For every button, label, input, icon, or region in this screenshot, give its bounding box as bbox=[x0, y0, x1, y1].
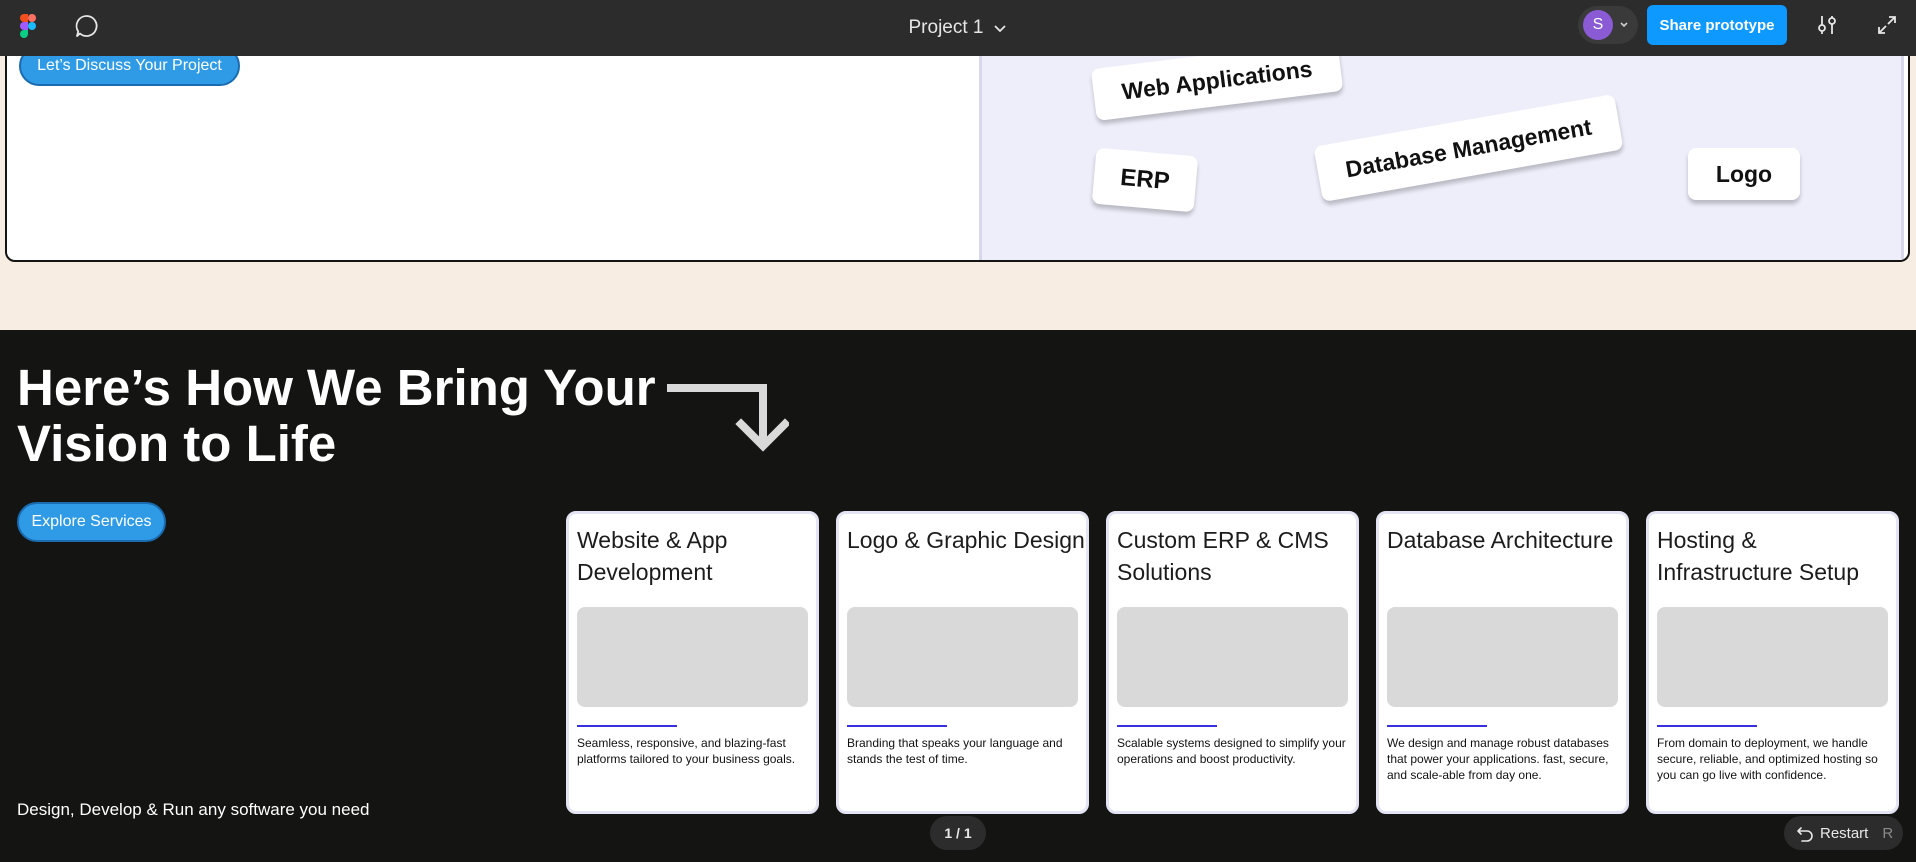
service-card-database[interactable]: Database Architecture We design and mana… bbox=[1376, 511, 1629, 814]
service-divider bbox=[1117, 725, 1217, 727]
service-image-placeholder bbox=[847, 607, 1078, 707]
service-title: Logo & Graphic Design bbox=[847, 527, 1085, 553]
restart-shortcut: R bbox=[1882, 824, 1894, 842]
service-title: Website & App Development bbox=[577, 527, 728, 585]
explore-services-button[interactable]: Explore Services bbox=[17, 502, 166, 542]
service-title: Hosting & Infrastructure Setup bbox=[1657, 527, 1859, 585]
expand-icon[interactable] bbox=[1876, 14, 1898, 36]
tagline: Design, Develop & Run any software you n… bbox=[17, 800, 370, 819]
service-image-placeholder bbox=[1657, 607, 1888, 707]
heading-line-1: Here’s How We Bring Your bbox=[17, 359, 656, 416]
project-title[interactable]: Project 1 bbox=[909, 17, 984, 39]
chevron-down-icon[interactable] bbox=[993, 24, 1007, 34]
service-title: Custom ERP & CMS Solutions bbox=[1117, 527, 1329, 585]
avatar-chevron-down-icon bbox=[1620, 22, 1628, 28]
prototype-viewer: Let’s Discuss Your Project Web Applicati… bbox=[0, 0, 1916, 862]
hero-card: Let’s Discuss Your Project bbox=[5, 44, 1910, 262]
service-divider bbox=[847, 725, 947, 727]
service-image-placeholder bbox=[1387, 607, 1618, 707]
services-heading: Here’s How We Bring Your Vision to Life bbox=[17, 360, 657, 472]
restart-label: Restart bbox=[1820, 824, 1869, 842]
top-toolbar: Project 1 S Share prototype bbox=[0, 0, 1916, 56]
service-card-website[interactable]: Website & App Development Seamless, resp… bbox=[566, 511, 819, 814]
hero-section: Let’s Discuss Your Project Web Applicati… bbox=[0, 39, 1916, 330]
service-divider bbox=[1657, 725, 1757, 727]
tag-erp: ERP bbox=[1091, 147, 1199, 213]
heading-line-2: Vision to Life bbox=[17, 415, 337, 472]
service-card-logo-design[interactable]: Logo & Graphic Design Branding that spea… bbox=[836, 511, 1089, 814]
restart-icon bbox=[1797, 827, 1813, 842]
service-description: Scalable systems designed to simplify yo… bbox=[1117, 736, 1346, 766]
user-menu[interactable]: S bbox=[1578, 6, 1638, 44]
service-description: Seamless, responsive, and blazing-fast p… bbox=[577, 736, 796, 766]
page-indicator: 1 / 1 bbox=[930, 816, 986, 850]
service-title: Database Architecture bbox=[1387, 527, 1614, 553]
share-prototype-button[interactable]: Share prototype bbox=[1647, 5, 1787, 45]
restart-button[interactable]: Restart R bbox=[1784, 816, 1903, 850]
service-description: Branding that speaks your language and s… bbox=[847, 736, 1063, 766]
service-divider bbox=[577, 725, 677, 727]
service-divider bbox=[1387, 725, 1487, 727]
tag-logo: Logo bbox=[1688, 148, 1800, 200]
settings-sliders-icon[interactable] bbox=[1815, 13, 1839, 37]
service-card-hosting[interactable]: Hosting & Infrastructure Setup From doma… bbox=[1646, 511, 1899, 814]
service-image-placeholder bbox=[1117, 607, 1348, 707]
avatar: S bbox=[1583, 10, 1613, 40]
service-description: From domain to deployment, we handle sec… bbox=[1657, 736, 1878, 782]
service-description: We design and manage robust databases th… bbox=[1387, 736, 1609, 782]
service-image-placeholder bbox=[577, 607, 808, 707]
down-right-arrow-icon bbox=[667, 384, 789, 452]
service-card-erp-cms[interactable]: Custom ERP & CMS Solutions Scalable syst… bbox=[1106, 511, 1359, 814]
